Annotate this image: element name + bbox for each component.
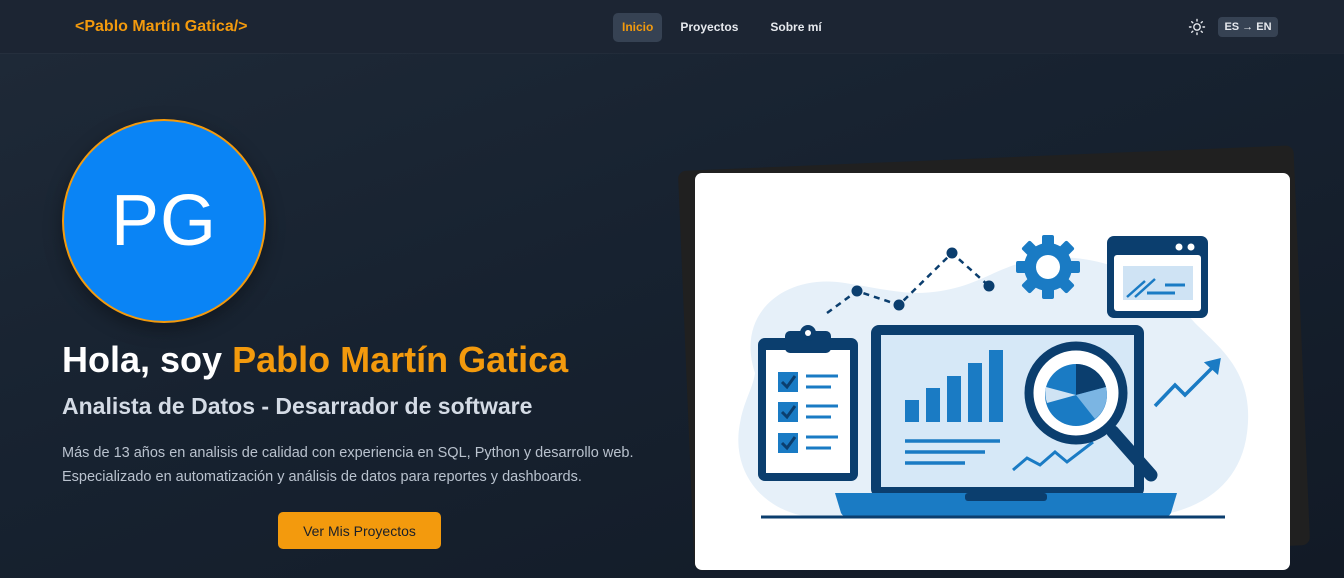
avatar-initials: PG xyxy=(110,181,218,261)
theme-toggle-button[interactable] xyxy=(1187,17,1207,37)
hero-greeting: Hola, soy xyxy=(62,339,223,380)
hero-illustration xyxy=(695,173,1290,570)
hero-title: Hola, soy Pablo Martín Gatica xyxy=(62,339,568,381)
navbar: <Pablo Martín Gatica/> Inicio Proyectos … xyxy=(0,0,1344,53)
nav-link-sobre-mi[interactable]: Sobre mí xyxy=(761,13,830,42)
hero-description: Más de 13 años en analisis de calidad co… xyxy=(62,445,634,485)
nav-link-inicio[interactable]: Inicio xyxy=(613,13,663,42)
clipboard-checklist-icon xyxy=(758,325,858,481)
sun-icon xyxy=(1188,18,1206,36)
nav-link-proyectos[interactable]: Proyectos xyxy=(671,13,747,42)
browser-window-icon xyxy=(1107,236,1208,318)
language-toggle-button[interactable]: ES → EN xyxy=(1218,17,1278,37)
nav-links: Inicio Proyectos Sobre mí xyxy=(613,13,836,42)
hero-name: Pablo Martín Gatica xyxy=(232,339,569,380)
view-projects-button[interactable]: Ver Mis Proyectos xyxy=(278,512,441,549)
gear-icon xyxy=(1016,235,1080,299)
avatar: PG xyxy=(62,119,266,323)
hero-subtitle: Analista de Datos - Desarrador de softwa… xyxy=(62,393,533,419)
brand-logo[interactable]: <Pablo Martín Gatica/> xyxy=(75,18,248,36)
data-analysis-illustration xyxy=(738,235,1249,519)
